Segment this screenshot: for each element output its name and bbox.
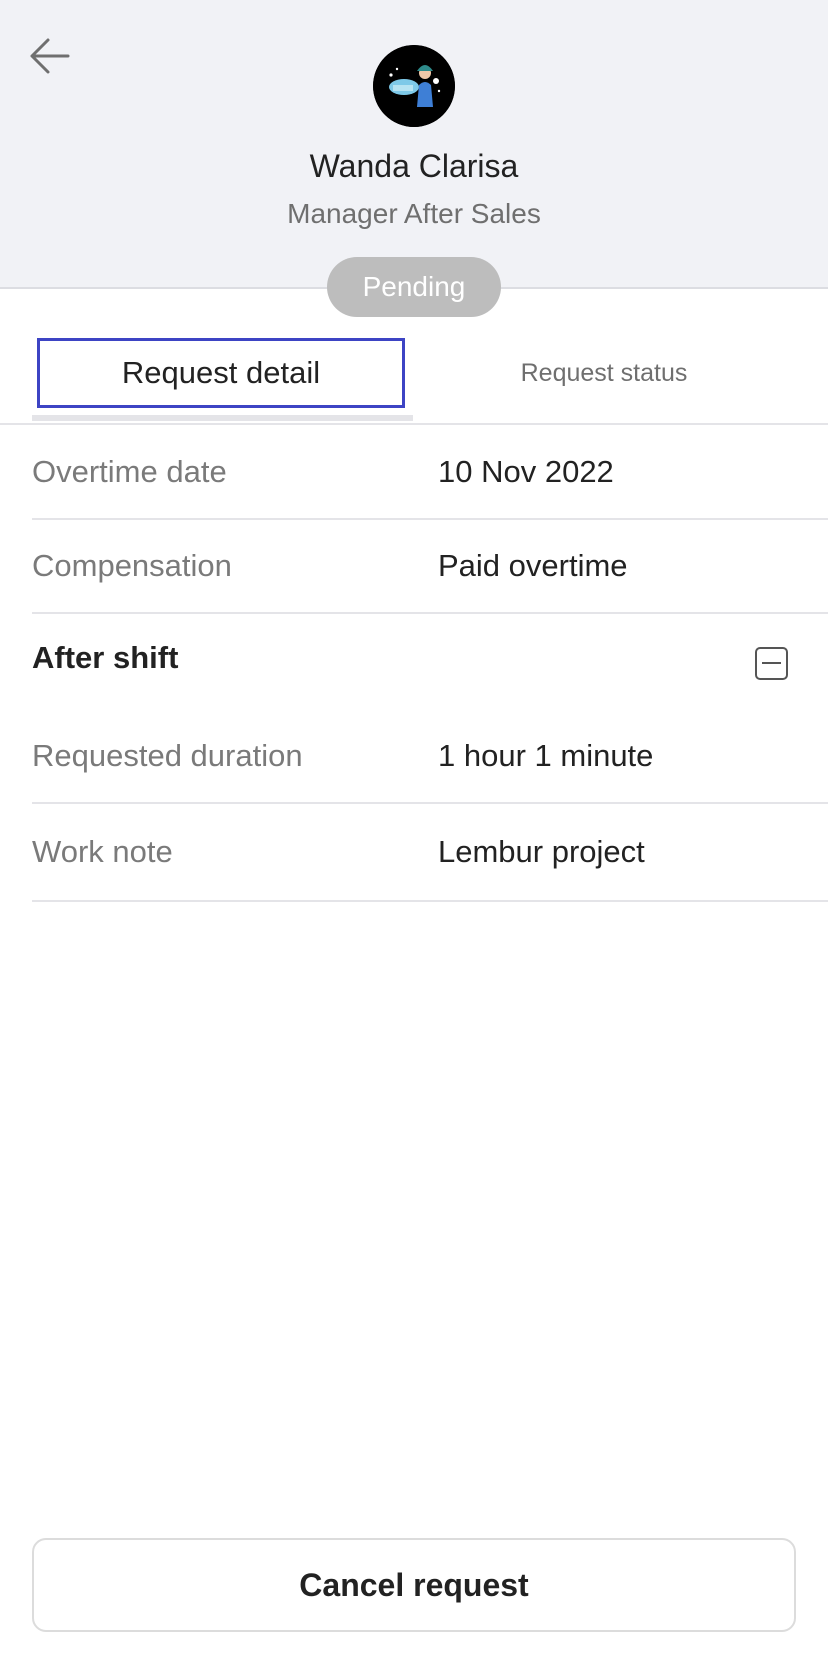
overtime-date-row: Overtime date 10 Nov 2022	[32, 425, 828, 520]
collapse-section-button[interactable]	[755, 647, 788, 680]
active-tab-indicator	[32, 415, 413, 421]
status-badge: Pending	[327, 257, 501, 317]
tab-request-detail[interactable]: Request detail	[37, 338, 405, 408]
overtime-date-label: Overtime date	[32, 453, 227, 489]
cancel-request-button[interactable]: Cancel request	[32, 1538, 796, 1632]
tab-request-status[interactable]: Request status	[414, 338, 794, 408]
tab-bar: Request detail Request status	[0, 330, 828, 424]
compensation-row: Compensation Paid overtime	[32, 520, 828, 614]
work-note-value: Lembur project	[438, 834, 645, 869]
compensation-label: Compensation	[32, 548, 232, 583]
back-button[interactable]	[22, 28, 78, 84]
employee-name: Wanda Clarisa	[309, 148, 519, 184]
employee-role: Manager After Sales	[287, 198, 541, 229]
arrow-left-icon	[30, 38, 70, 74]
requested-duration-value: 1 hour 1 minute	[438, 738, 654, 773]
profile-header: Wanda Clarisa Manager After Sales	[0, 0, 828, 289]
overtime-date-value: 10 Nov 2022	[438, 453, 614, 489]
work-note-row: Work note Lembur project	[32, 804, 828, 902]
compensation-value: Paid overtime	[438, 548, 628, 583]
after-shift-title: After shift	[32, 640, 179, 675]
requested-duration-label: Requested duration	[32, 738, 303, 773]
work-note-label: Work note	[32, 834, 173, 869]
avatar	[373, 45, 455, 127]
requested-duration-row: Requested duration 1 hour 1 minute	[32, 710, 828, 804]
